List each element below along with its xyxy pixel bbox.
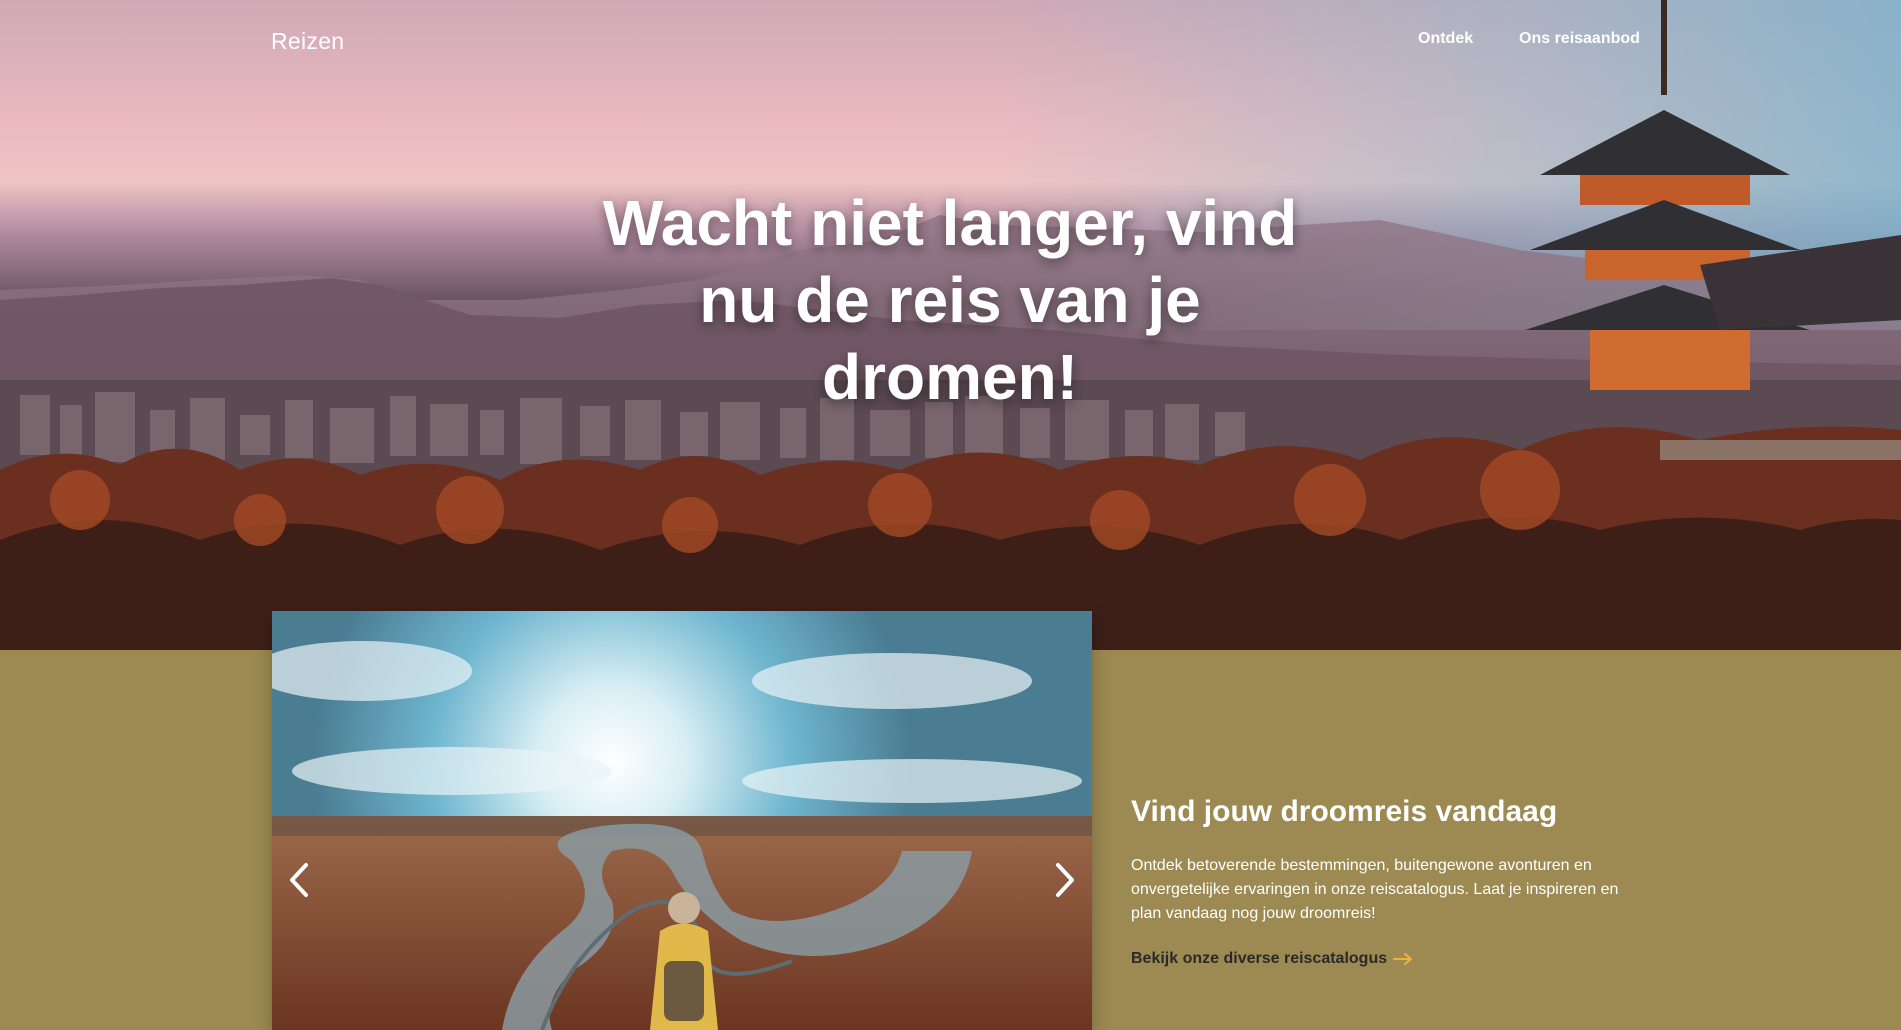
hero-headline: Wacht niet langer, vind nu de reis van j… <box>602 187 1298 413</box>
top-navigation: Reizen Ontdek Ons reisaanbod <box>0 0 1901 80</box>
nav-link-ontdek[interactable]: Ontdek <box>1418 30 1473 48</box>
hero-section: Reizen Ontdek Ons reisaanbod Wacht niet … <box>0 0 1901 650</box>
feature-description: Ontdek betoverende bestemmingen, buiteng… <box>1131 857 1619 922</box>
arrow-right-icon <box>1393 953 1413 965</box>
carousel-prev-button[interactable] <box>279 855 319 905</box>
carousel-slide-image <box>272 611 1092 1030</box>
carousel-next-button[interactable] <box>1045 855 1085 905</box>
brand-logo[interactable]: Reizen <box>271 28 344 55</box>
nav-link-ons-reisaanbod[interactable]: Ons reisaanbod <box>1519 30 1640 48</box>
chevron-left-icon <box>290 863 308 897</box>
image-carousel[interactable] <box>272 611 1092 1030</box>
catalog-link[interactable]: Bekijk onze diverse reiscatalogus <box>1131 950 1413 968</box>
feature-title: Vind jouw droomreis vandaag <box>1131 795 1558 828</box>
chevron-right-icon <box>1056 863 1074 897</box>
catalog-link-label: Bekijk onze diverse reiscatalogus <box>1131 950 1388 967</box>
